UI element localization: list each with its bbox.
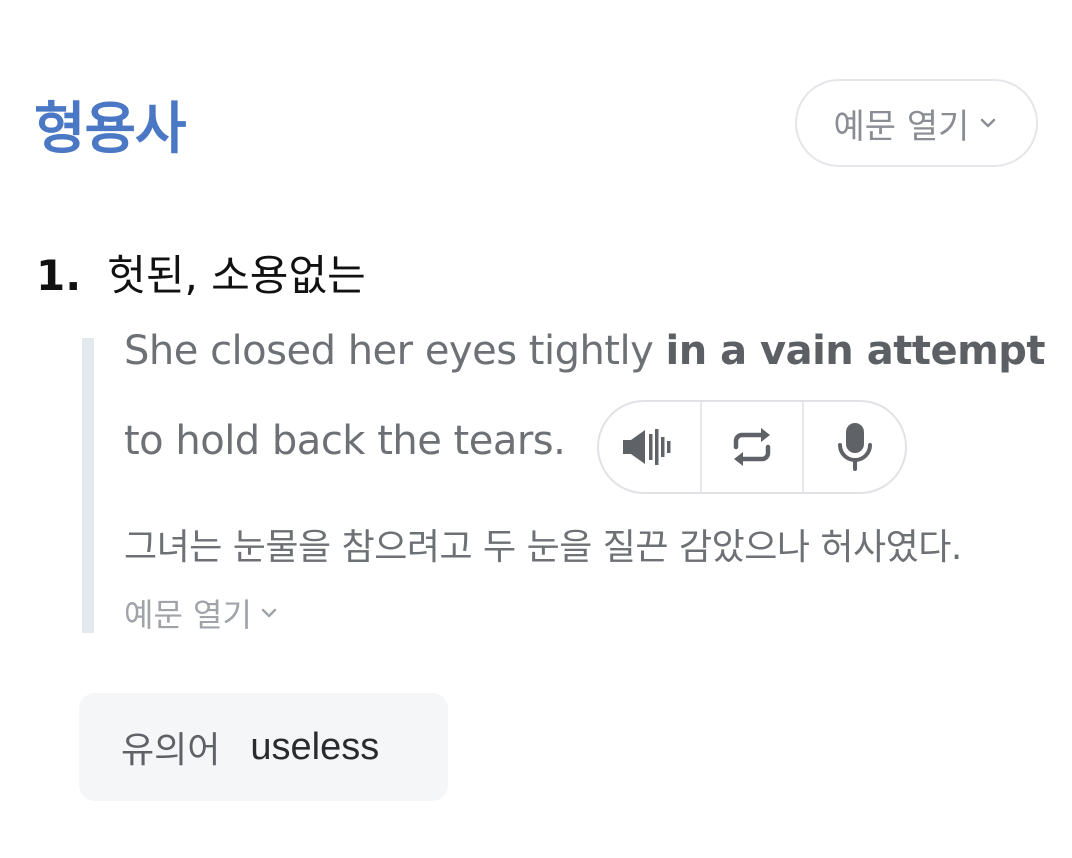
open-examples-button[interactable]: 예문 열기 <box>795 79 1038 167</box>
example-sentence-line2: to hold back the tears. <box>124 418 566 464</box>
chevron-down-icon <box>981 118 996 128</box>
sense-heading: 1. 헛된, 소용없는 <box>36 242 366 303</box>
example-audio-controls <box>597 400 907 494</box>
example-quote-bar <box>82 338 94 633</box>
part-of-speech-heading: 형용사 <box>34 97 187 162</box>
sense-meaning: 헛된, 소용없는 <box>107 251 366 300</box>
synonym-word-link[interactable]: useless <box>250 726 379 769</box>
synonym-label: 유의어 <box>121 730 221 771</box>
play-audio-button[interactable] <box>599 402 700 492</box>
repeat-icon <box>733 428 771 466</box>
open-more-examples-link[interactable]: 예문 열기 <box>124 590 280 636</box>
open-more-examples-label: 예문 열기 <box>124 596 252 634</box>
example-highlight: in a vain attempt <box>665 328 1046 374</box>
microphone-icon <box>837 423 872 471</box>
chevron-down-icon <box>261 608 277 618</box>
repeat-audio-button[interactable] <box>699 402 803 492</box>
sense-number: 1. <box>36 251 82 300</box>
speaker-icon <box>623 429 671 465</box>
record-pronunciation-button[interactable] <box>802 402 905 492</box>
example-text-before: She closed her eyes tightly <box>124 328 666 374</box>
open-examples-label: 예문 열기 <box>833 106 970 147</box>
example-sentence-line1: She closed her eyes tightly in a vain at… <box>124 328 1046 374</box>
example-translation: 그녀는 눈물을 참으려고 두 눈을 질끈 감았으나 허사였다. <box>124 527 962 568</box>
synonym-box: 유의어 useless <box>79 693 448 801</box>
